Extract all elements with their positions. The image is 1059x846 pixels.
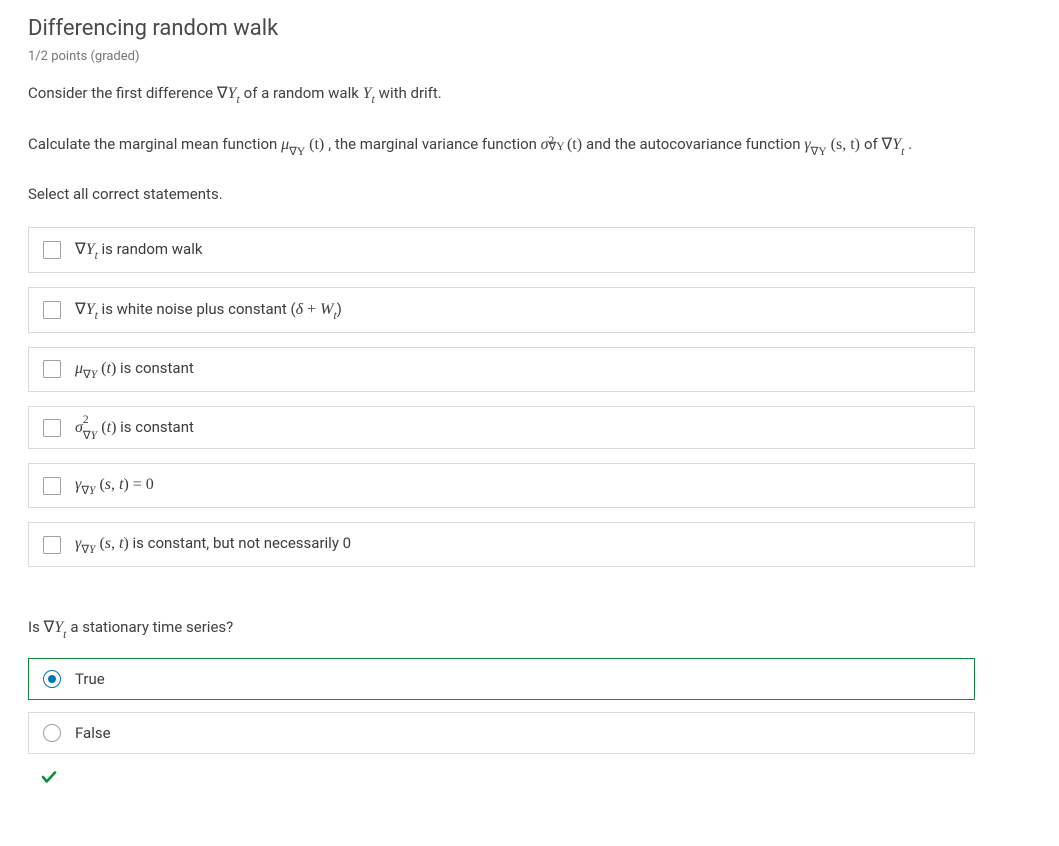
- checkbox-icon: [43, 477, 61, 495]
- text: and the autocovariance function: [586, 135, 804, 153]
- math-mean-fn: μ∇Y (t): [281, 136, 328, 153]
- text: Is: [28, 618, 44, 636]
- radio-group: True False: [28, 658, 975, 754]
- paragraph-1: Consider the first difference ∇Yt of a r…: [28, 82, 975, 108]
- text: of: [864, 135, 882, 153]
- problem-title: Differencing random walk: [28, 16, 975, 41]
- math-yt: Yt: [363, 85, 379, 102]
- checkbox-option-4[interactable]: σ2∇Y (t) is constant: [28, 406, 975, 449]
- option-label: γ∇Y (s, t) is constant, but not necessar…: [75, 534, 351, 555]
- checkbox-group: ∇Yt is random walk ∇Yt is white noise pl…: [28, 227, 975, 568]
- text: , the marginal variance function: [328, 135, 540, 153]
- option-label: σ2∇Y (t) is constant: [75, 418, 194, 437]
- problem-page: Differencing random walk 1/2 points (gra…: [0, 0, 1003, 831]
- correct-icon: [28, 768, 975, 791]
- option-label: γ∇Y (s, t) = 0: [75, 475, 154, 496]
- checkbox-icon: [43, 360, 61, 378]
- radio-option-true[interactable]: True: [28, 658, 975, 700]
- option-label: ∇Yt is random walk: [75, 239, 202, 261]
- option-label: ∇Yt is white noise plus constant (δ + Wt…: [75, 299, 342, 321]
- checkbox-option-6[interactable]: γ∇Y (s, t) is constant, but not necessar…: [28, 522, 975, 567]
- instruction: Select all correct statements.: [28, 185, 975, 203]
- checkbox-icon: [43, 536, 61, 554]
- checkbox-option-3[interactable]: μ∇Y (t) is constant: [28, 347, 975, 392]
- text: Consider the first difference: [28, 84, 217, 102]
- text: of a random walk: [244, 84, 363, 102]
- radio-option-false[interactable]: False: [28, 712, 975, 754]
- option-label: False: [75, 724, 111, 742]
- checkbox-icon: [43, 241, 61, 259]
- checkbox-option-2[interactable]: ∇Yt is white noise plus constant (δ + Wt…: [28, 287, 975, 333]
- text: with drift.: [379, 84, 442, 102]
- points-label: 1/2 points (graded): [28, 49, 975, 64]
- option-label: True: [75, 670, 105, 688]
- checkbox-icon: [43, 301, 61, 319]
- checkbox-icon: [43, 419, 61, 437]
- radio-icon: [43, 670, 61, 688]
- paragraph-2: Calculate the marginal mean function μ∇Y…: [28, 130, 975, 162]
- option-label: μ∇Y (t) is constant: [75, 359, 194, 380]
- text: Calculate the marginal mean function: [28, 135, 281, 153]
- text: a stationary time series?: [70, 618, 233, 636]
- radio-icon: [43, 724, 61, 742]
- text: .: [908, 135, 912, 153]
- question-2: Is ∇Yt a stationary time series?: [28, 617, 975, 639]
- math-autocov-fn: γ∇Y (s, t): [804, 136, 864, 153]
- checkbox-option-5[interactable]: γ∇Y (s, t) = 0: [28, 463, 975, 508]
- math-var-fn: σ2∇Y (t): [541, 136, 586, 153]
- math-nabla-yt: ∇Yt: [217, 85, 244, 102]
- math-nabla-yt: ∇Yt: [44, 619, 71, 636]
- math-nabla-yt: ∇Yt: [881, 136, 908, 153]
- checkbox-option-1[interactable]: ∇Yt is random walk: [28, 227, 975, 273]
